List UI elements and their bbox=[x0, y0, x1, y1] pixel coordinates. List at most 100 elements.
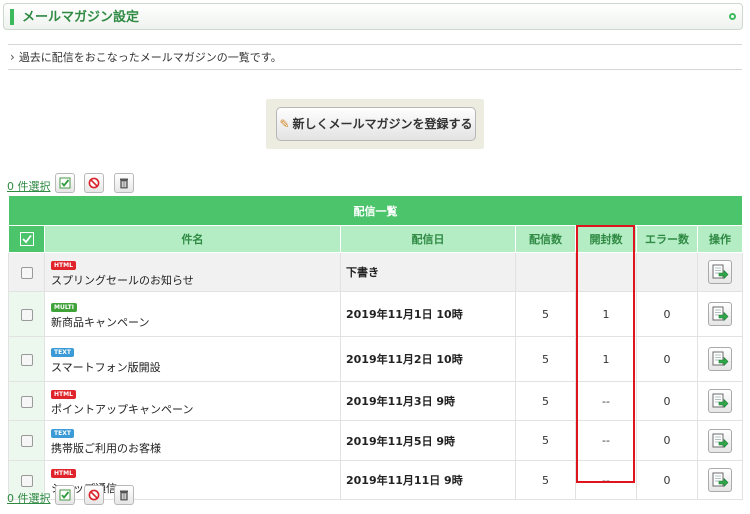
operation-button[interactable] bbox=[708, 428, 733, 453]
edit-arrow-icon bbox=[712, 472, 729, 488]
error-count-cell: 0 bbox=[636, 291, 698, 337]
edit-arrow-icon bbox=[712, 433, 729, 448]
subject-cell: MULTI 新商品キャンペーン bbox=[44, 291, 341, 337]
check-icon bbox=[59, 489, 71, 501]
opened-count-cell: 1 bbox=[575, 336, 637, 382]
stop-button[interactable] bbox=[84, 485, 104, 505]
trash-icon bbox=[120, 490, 128, 501]
error-count-cell: 0 bbox=[636, 381, 698, 421]
row-checkbox[interactable] bbox=[20, 308, 33, 321]
error-count-cell: 0 bbox=[636, 336, 698, 382]
row-checkbox[interactable] bbox=[20, 353, 33, 366]
column-header-date: 配信日 bbox=[340, 225, 516, 253]
edit-arrow-icon bbox=[712, 393, 729, 409]
opened-count-cell: 1 bbox=[575, 291, 637, 337]
edit-arrow-icon bbox=[712, 351, 729, 367]
row-checkbox[interactable] bbox=[20, 435, 33, 447]
opened-count-cell: -- bbox=[575, 381, 637, 421]
error-count-cell: 0 bbox=[636, 460, 698, 500]
row-select-cell[interactable] bbox=[8, 252, 45, 292]
select-all-button[interactable] bbox=[55, 485, 75, 505]
column-header-sent: 配信数 bbox=[515, 225, 576, 253]
operation-button[interactable] bbox=[708, 468, 733, 492]
subject-link[interactable]: 新商品キャンペーン bbox=[51, 314, 339, 330]
subject-link[interactable]: 携帯版ご利用のお客様 bbox=[51, 440, 339, 456]
table-row: TEXT 携帯版ご利用のお客様 2019年11月5日 9時 5 -- 0 bbox=[8, 420, 744, 461]
action-cell bbox=[696, 336, 744, 382]
delivery-date-cell: 2019年11月5日 9時 bbox=[340, 420, 516, 461]
error-count-cell: 0 bbox=[636, 420, 698, 461]
column-header-opened: 開封数 bbox=[575, 225, 637, 253]
row-select-cell[interactable] bbox=[8, 291, 45, 337]
sent-count-cell: 5 bbox=[515, 420, 576, 461]
edit-arrow-icon bbox=[712, 264, 729, 280]
table-row: HTML ポイントアップキャンペーン 2019年11月3日 9時 5 -- 0 bbox=[8, 381, 744, 421]
operation-button[interactable] bbox=[708, 260, 733, 284]
delivery-table: 配信一覧 件名 配信日 配信数 開封数 エラー数 操作 HTML スプリングセール… bbox=[7, 195, 744, 500]
table-row: TEXT スマートフォン版開設 2019年11月2日 10時 5 1 0 bbox=[8, 336, 744, 382]
selected-count-link[interactable]: 0 件選択 bbox=[7, 490, 51, 506]
page-header: メールマガジン設定 bbox=[3, 3, 743, 30]
subject-link[interactable]: スマートフォン版開設 bbox=[51, 359, 339, 375]
operation-button[interactable] bbox=[708, 347, 733, 371]
row-select-cell[interactable] bbox=[8, 420, 45, 461]
opened-count-cell bbox=[575, 252, 637, 292]
format-badge: TEXT bbox=[51, 347, 74, 357]
subject-cell: HTML ポイントアップキャンペーン bbox=[44, 381, 341, 421]
header-accent-bar bbox=[10, 9, 14, 25]
operation-button[interactable] bbox=[708, 302, 733, 326]
check-icon bbox=[21, 234, 32, 244]
row-checkbox[interactable] bbox=[20, 266, 33, 279]
column-header-errors: エラー数 bbox=[636, 225, 698, 253]
opened-count-cell: -- bbox=[575, 460, 637, 500]
table-row: HTML スプリングセールのお知らせ 下書き bbox=[8, 252, 744, 292]
description-text: 過去に配信をおこなったメールマガジンの一覧です。 bbox=[18, 51, 282, 64]
header-checkbox[interactable] bbox=[19, 232, 34, 246]
delivery-date-cell: 2019年11月2日 10時 bbox=[340, 336, 516, 382]
row-select-cell[interactable] bbox=[8, 381, 45, 421]
delete-button[interactable] bbox=[114, 485, 134, 505]
action-cell bbox=[696, 291, 744, 337]
header-select-all-cell[interactable] bbox=[8, 225, 45, 253]
selected-count-link[interactable]: 0 件選択 bbox=[7, 178, 51, 194]
new-button-label: 新しくメールマガジンを登録する bbox=[292, 117, 473, 131]
opened-count-cell: -- bbox=[575, 420, 637, 461]
format-badge: HTML bbox=[51, 260, 76, 270]
delivery-date-cell: 2019年11月3日 9時 bbox=[340, 381, 516, 421]
sent-count-cell: 5 bbox=[515, 291, 576, 337]
delivery-date-cell: 2019年11月11日 9時 bbox=[340, 460, 516, 500]
row-select-cell[interactable] bbox=[8, 336, 45, 382]
format-badge: MULTI bbox=[51, 302, 77, 312]
format-badge: TEXT bbox=[51, 429, 74, 438]
delete-button[interactable] bbox=[114, 173, 134, 193]
subject-cell: TEXT スマートフォン版開設 bbox=[44, 336, 341, 382]
new-mailmagazine-button[interactable]: ✎ 新しくメールマガジンを登録する bbox=[276, 107, 476, 141]
stop-button[interactable] bbox=[84, 173, 104, 193]
trash-icon bbox=[120, 178, 128, 189]
chevron-right-icon: › bbox=[10, 50, 15, 64]
column-header-subject: 件名 bbox=[44, 225, 341, 253]
delivery-date-cell: 2019年11月1日 10時 bbox=[340, 291, 516, 337]
select-all-button[interactable] bbox=[55, 173, 75, 193]
row-checkbox[interactable] bbox=[20, 395, 33, 408]
pencil-icon: ✎ bbox=[279, 117, 290, 131]
subject-link[interactable]: ポイントアップキャンペーン bbox=[51, 401, 339, 417]
header-toggle-icon[interactable] bbox=[729, 13, 736, 20]
table-row: MULTI 新商品キャンペーン 2019年11月1日 10時 5 1 0 bbox=[8, 291, 744, 337]
stop-icon bbox=[88, 489, 100, 501]
table-title: 配信一覧 bbox=[7, 195, 744, 226]
format-badge: HTML bbox=[51, 468, 76, 478]
subject-cell: HTML スプリングセールのお知らせ bbox=[44, 252, 341, 292]
operation-button[interactable] bbox=[708, 389, 733, 413]
column-header-actions: 操作 bbox=[696, 225, 744, 253]
error-count-cell bbox=[636, 252, 698, 292]
action-cell bbox=[696, 460, 744, 500]
action-cell bbox=[696, 381, 744, 421]
row-checkbox[interactable] bbox=[20, 474, 33, 487]
page-description: › 過去に配信をおこなったメールマガジンの一覧です。 bbox=[8, 44, 742, 70]
subject-link[interactable]: スプリングセールのお知らせ bbox=[51, 272, 339, 288]
action-cell bbox=[696, 420, 744, 461]
delivery-date-cell: 下書き bbox=[340, 252, 516, 292]
action-cell bbox=[696, 252, 744, 292]
page-title: メールマガジン設定 bbox=[22, 10, 140, 25]
